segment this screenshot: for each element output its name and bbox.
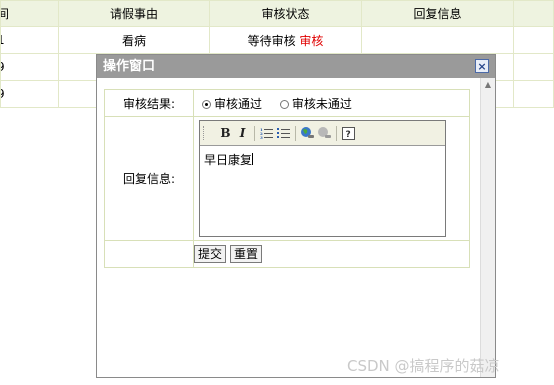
dialog-titlebar[interactable]: 操作窗口 × [97,55,495,78]
bold-button[interactable]: B [218,125,233,142]
unlink-icon[interactable] [317,125,332,142]
cell-id: 9 [0,53,59,81]
table-row: 1 看病 等待审核 审核 [0,26,554,54]
col-header-reply: 回复信息 [361,0,514,27]
dialog-content: 审核结果: 审核通过 审核未通过 回复信息: B I 1 2 3 ? 早日康复 … [97,78,480,377]
review-link[interactable]: 审核 [299,34,323,48]
reply-editor-cell: B I 123 ? 早日康复 [193,116,470,241]
svg-text:?: ? [346,130,351,140]
rich-text-editor: B I 123 ? 早日康复 [199,120,446,237]
toolbar-separator [295,125,296,141]
actions-row: 提交 重置 [104,240,470,268]
col-header-reason: 请假事由 [58,0,210,27]
review-form: 审核结果: 审核通过 审核未通过 回复信息: B I 1 2 3 ? 早日康复 … [104,89,470,268]
cell-reason: 看病 [58,26,210,54]
toolbar-separator [254,125,255,141]
col-header-extra [513,0,554,27]
actions-cell: 提交 重置 [193,240,470,268]
cell-reply [361,26,514,54]
cell-extra [513,26,554,54]
col-header-id: 间 [0,0,59,27]
radio-approve[interactable]: 审核通过 [202,97,262,111]
status-text: 等待审核 [247,33,296,48]
reply-text: 早日康复 [204,153,253,167]
unordered-list-icon[interactable] [276,125,291,142]
cell-extra [513,80,554,108]
reset-button[interactable]: 重置 [230,245,263,263]
dialog-title: 操作窗口 [103,59,156,74]
reply-textarea[interactable]: 早日康复 [204,151,254,168]
text-caret [252,153,254,165]
cell-extra [513,53,554,81]
help-icon[interactable]: ? [341,125,356,142]
table-header-row: 间 请假事由 审核状态 回复信息 [0,0,554,27]
watermark: CSDN @搞程序的菇凉 [347,357,500,375]
result-options: 审核通过 审核未通过 [193,89,470,117]
reply-row: 回复信息: B I 123 ? 早日康复 [104,116,470,241]
radio-approve-label: 审核通过 [214,96,263,111]
col-header-status: 审核状态 [209,0,362,27]
result-row: 审核结果: 审核通过 审核未通过 [104,89,470,117]
svg-text:3: 3 [260,135,263,140]
cell-id: 1 [0,26,59,54]
editor-toolbar: B I 123 ? [200,121,445,146]
toolbar-separator [336,125,337,141]
close-button[interactable]: × [475,59,489,73]
submit-button[interactable]: 提交 [194,245,227,263]
reply-label: 回复信息: [104,116,194,241]
actions-label-cell [104,240,194,268]
operation-dialog: 操作窗口 × 审核结果: 审核通过 审核未通过 回复信息: B I 1 2 3 … [96,54,496,378]
radio-approve-icon[interactable] [202,99,211,109]
cell-status: 等待审核 审核 [209,26,362,54]
cell-id: 9 [0,80,59,108]
globe-link-icon[interactable] [300,125,315,142]
result-label: 审核结果: [104,89,194,117]
toolbar-grip [203,126,208,140]
radio-reject-icon[interactable] [279,99,289,109]
vertical-scrollbar[interactable]: ▲ [480,78,495,377]
italic-button[interactable]: I [235,125,250,142]
close-icon: × [477,60,487,73]
radio-reject-label: 审核未通过 [291,96,352,111]
radio-reject[interactable]: 审核未通过 [279,96,352,111]
ordered-list-icon[interactable]: 123 [259,125,274,142]
scroll-up-icon[interactable]: ▲ [481,78,495,92]
